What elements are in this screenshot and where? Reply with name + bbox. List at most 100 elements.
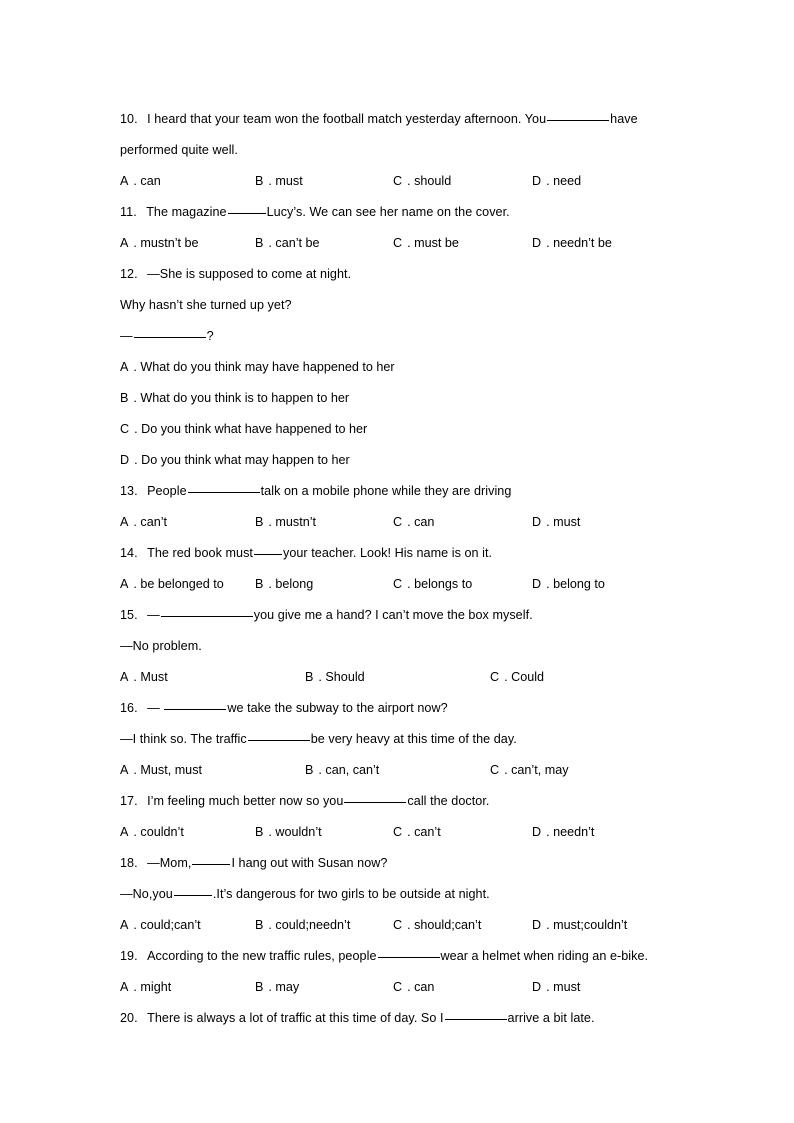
option-letter: A [120,174,129,188]
option-c[interactable]: C. must be [393,228,459,259]
option-c[interactable]: C. can [393,507,434,538]
question-stem: 14. The red book must your teacher. Look! … [120,538,740,569]
question-stem: 12. —She is supposed to come at night. [120,259,740,290]
option-a[interactable]: A. What do you think may have happened t… [120,352,395,383]
option-a[interactable]: A. could;can’t [120,910,201,941]
stem-text: —No problem. [120,639,202,653]
stem-text-cont: you give me a hand? I can’t move the box… [253,608,533,622]
question-stem: 13. People talk on a mobile phone while th… [120,476,740,507]
answer-blank [173,884,212,896]
question-stem: 15. — you give me a hand? I can’t move the… [120,600,740,631]
option-letter: D [120,453,130,467]
option-b[interactable]: B. can, can’t [305,755,379,786]
option-d[interactable]: D. Do you think what may happen to her [120,445,350,476]
option-b[interactable]: B. must [255,166,303,197]
stem-text: —She is supposed to come at night. [147,267,352,281]
stem-text: The red book must [147,546,253,560]
option-c[interactable]: C. can’t, may [490,755,569,786]
option-c[interactable]: C. can [393,972,434,1003]
question-list: 10. I heard that your team won the footba… [120,104,740,1034]
option-a[interactable]: A. be belonged to [120,569,224,600]
option-c[interactable]: C. belongs to [393,569,472,600]
option-row: D. Do you think what may happen to her [120,445,740,476]
option-d[interactable]: D. belong to [532,569,605,600]
option-a[interactable]: A. Must, must [120,755,202,786]
stem-text: performed quite well. [120,143,238,157]
option-d[interactable]: D. must [532,507,580,538]
option-letter: D [532,980,542,994]
option-letter: B [305,763,314,777]
question-number: 16. [120,701,138,715]
option-letter: D [532,825,542,839]
question-stem-line2: performed quite well. [120,135,740,166]
stem-text-cont: talk on a mobile phone while they are dr… [260,484,512,498]
option-text: can’t be [275,236,320,250]
option-text: should;can’t [414,918,482,932]
option-text: may [275,980,300,994]
option-text: must;couldn’t [553,918,628,932]
option-letter: A [120,236,129,250]
option-a[interactable]: A. might [120,972,171,1003]
option-c[interactable]: C. Could [490,662,544,693]
answer-blank [377,946,440,958]
option-a[interactable]: A. can’t [120,507,167,538]
option-a[interactable]: A. couldn’t [120,817,184,848]
option-d[interactable]: D. needn’t be [532,228,612,259]
option-letter: C [393,918,403,932]
option-d[interactable]: D. must;couldn’t [532,910,627,941]
question-number: 17. [120,794,138,808]
option-letter: A [120,825,129,839]
stem-text: —Mom, [147,856,192,870]
option-letter: D [532,918,542,932]
answer-blank [192,853,231,865]
option-b[interactable]: B. could;needn’t [255,910,350,941]
answer-blank [547,109,610,121]
option-row: A. Must, must B. can, can’t C. can’t, ma… [120,755,740,786]
question-number: 19. [120,949,138,963]
option-d[interactable]: D. need [532,166,581,197]
option-b[interactable]: B. can’t be [255,228,320,259]
option-text: belongs to [414,577,473,591]
option-row: B. What do you think is to happen to her [120,383,740,414]
option-b[interactable]: B. may [255,972,299,1003]
option-c[interactable]: C. Do you think what have happened to he… [120,414,367,445]
answer-blank [444,1008,507,1020]
option-d[interactable]: D. needn’t [532,817,594,848]
option-text: Should [325,670,365,684]
option-text: needn’t be [553,236,612,250]
answer-blank [164,698,227,710]
option-row: A. Must B. Should C. Could [120,662,740,693]
option-row: A. What do you think may have happened t… [120,352,740,383]
option-text: can’t [140,515,168,529]
option-b[interactable]: B. belong [255,569,313,600]
option-letter: A [120,577,129,591]
stem-text: According to the new traffic rules, peop… [147,949,377,963]
option-text: could;can’t [140,918,201,932]
option-d[interactable]: D. must [532,972,580,1003]
option-text: could;needn’t [275,918,351,932]
option-b[interactable]: B. mustn’t [255,507,316,538]
question-number: 18. [120,856,138,870]
option-letter: B [255,918,264,932]
option-text: can’t, may [511,763,569,777]
stem-text-cont: Lucy’s. We can see her name on the cover… [266,205,510,219]
option-text: Do you think what have happened to her [141,422,368,436]
option-b[interactable]: B. wouldn’t [255,817,322,848]
option-c[interactable]: C. should;can’t [393,910,481,941]
option-a[interactable]: A. Must [120,662,168,693]
option-b[interactable]: B. Should [305,662,365,693]
question-stem: 20. There is always a lot of traffic at t… [120,1003,740,1034]
option-letter: C [490,763,500,777]
option-a[interactable]: A. mustn’t be [120,228,199,259]
option-c[interactable]: C. should [393,166,451,197]
option-text: mustn’t be [140,236,199,250]
question-number: 12. [120,267,138,281]
option-a[interactable]: A. can [120,166,161,197]
option-c[interactable]: C. can’t [393,817,441,848]
option-b[interactable]: B. What do you think is to happen to her [120,383,349,414]
option-text: Must [140,670,168,684]
stem-text-cont: have [610,112,638,126]
question-stem: 17. I’m feeling much better now so you cal… [120,786,740,817]
stem-text-cont: .It’s dangerous for two girls to be outs… [212,887,490,901]
option-text: mustn’t [275,515,316,529]
